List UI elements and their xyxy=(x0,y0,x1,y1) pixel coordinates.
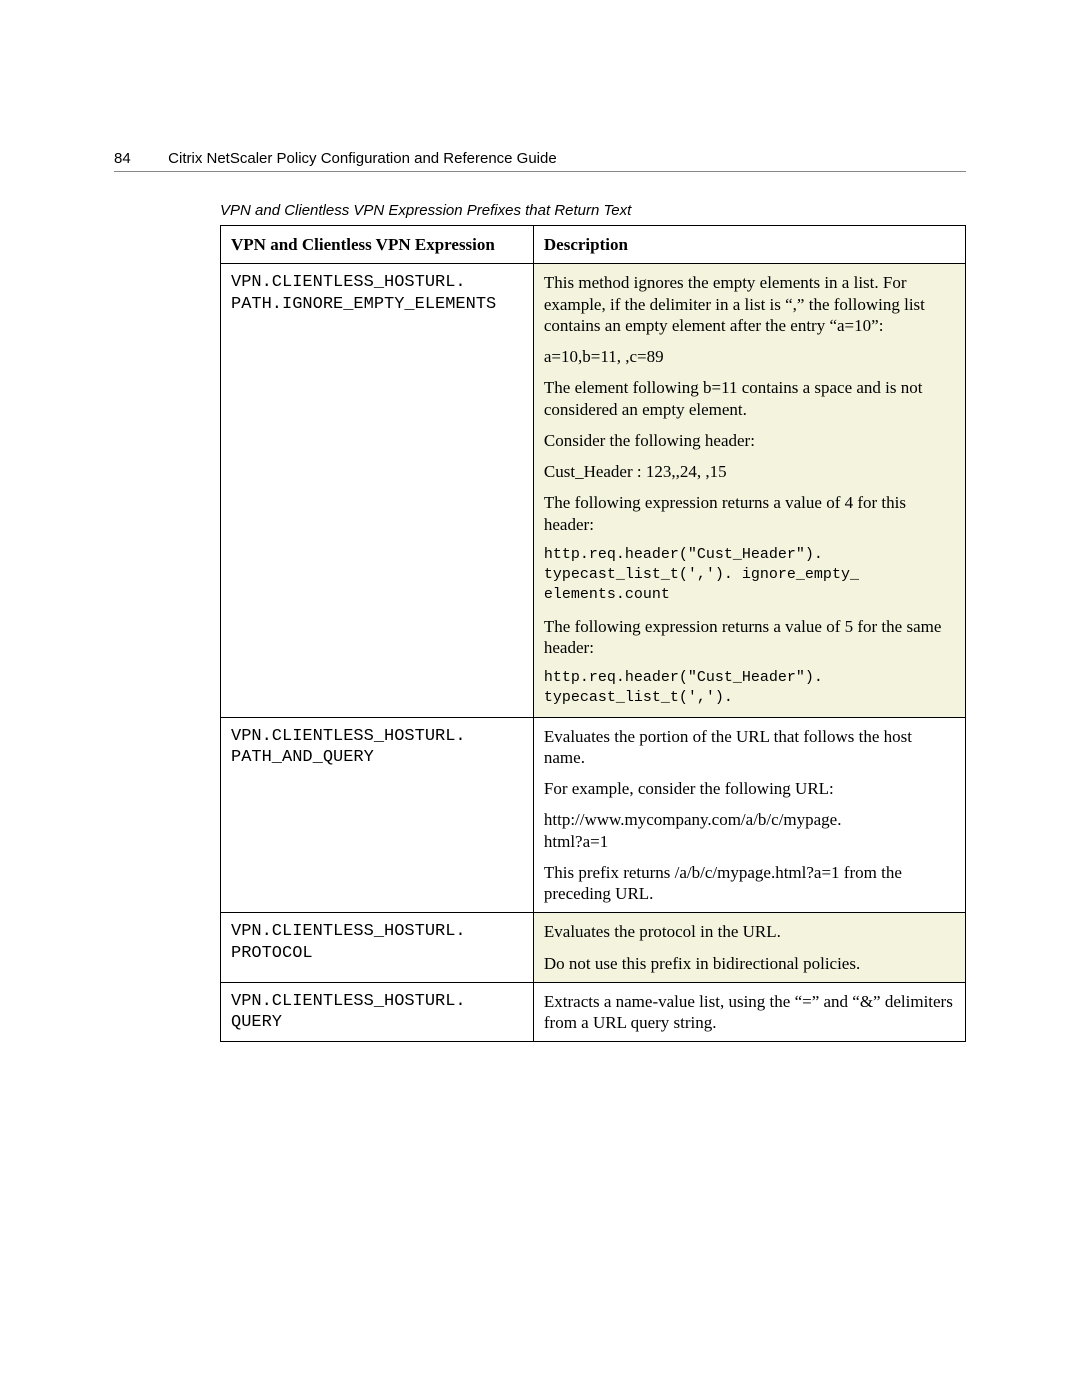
expression-line: PATH.IGNORE_EMPTY_ELEMENTS xyxy=(231,294,523,315)
expression-cell: VPN.CLIENTLESS_HOSTURL.PROTOCOL xyxy=(221,913,534,983)
paragraph: Extracts a name-value list, using the “=… xyxy=(544,991,955,1034)
paragraph: http://www.mycompany.com/a/b/c/mypage.ht… xyxy=(544,809,955,852)
paragraph: This method ignores the empty elements i… xyxy=(544,272,955,336)
expression-line: VPN.CLIENTLESS_HOSTURL. xyxy=(231,726,523,747)
paragraph: Do not use this prefix in bidirectional … xyxy=(544,953,955,974)
page: 84 Citrix NetScaler Policy Configuration… xyxy=(0,0,1080,1042)
running-header: 84 Citrix NetScaler Policy Configuration… xyxy=(114,150,966,172)
paragraph: The element following b=11 contains a sp… xyxy=(544,377,955,420)
paragraph: Cust_Header : 123,,24, ,15 xyxy=(544,461,955,482)
table-row: VPN.CLIENTLESS_HOSTURL.PATH.IGNORE_EMPTY… xyxy=(221,264,966,717)
code-block: http.req.header("Cust_Header").typecast_… xyxy=(544,545,955,606)
table-row: VPN.CLIENTLESS_HOSTURL.PROTOCOLEvaluates… xyxy=(221,913,966,983)
table-row: VPN.CLIENTLESS_HOSTURL.QUERYExtracts a n… xyxy=(221,982,966,1042)
col-header-expression: VPN and Clientless VPN Expression xyxy=(221,226,534,264)
expression-line: PATH_AND_QUERY xyxy=(231,747,523,768)
description-cell: Evaluates the protocol in the URL. Do not… xyxy=(533,913,965,983)
expression-line: VPN.CLIENTLESS_HOSTURL. xyxy=(231,272,523,293)
paragraph: The following expression returns a value… xyxy=(544,492,955,535)
expression-cell: VPN.CLIENTLESS_HOSTURL.QUERY xyxy=(221,982,534,1042)
paragraph: Evaluates the protocol in the URL. xyxy=(544,921,955,942)
expression-cell: VPN.CLIENTLESS_HOSTURL.PATH.IGNORE_EMPTY… xyxy=(221,264,534,717)
code-block: http.req.header("Cust_Header").typecast_… xyxy=(544,668,955,709)
table-caption: VPN and Clientless VPN Expression Prefix… xyxy=(220,202,966,219)
description-cell: This method ignores the empty elements i… xyxy=(533,264,965,717)
paragraph: For example, consider the following URL: xyxy=(544,778,955,799)
description-cell: Evaluates the portion of the URL that fo… xyxy=(533,717,965,913)
expression-line: VPN.CLIENTLESS_HOSTURL. xyxy=(231,921,523,942)
paragraph: Consider the following header: xyxy=(544,430,955,451)
col-header-description: Description xyxy=(533,226,965,264)
expression-cell: VPN.CLIENTLESS_HOSTURL.PATH_AND_QUERY xyxy=(221,717,534,913)
page-number: 84 xyxy=(114,150,164,167)
paragraph: This prefix returns /a/b/c/mypage.html?a… xyxy=(544,862,955,905)
expression-line: QUERY xyxy=(231,1012,523,1033)
paragraph: Evaluates the portion of the URL that fo… xyxy=(544,726,955,769)
expression-line: PROTOCOL xyxy=(231,943,523,964)
expression-line: VPN.CLIENTLESS_HOSTURL. xyxy=(231,991,523,1012)
content-area: VPN and Clientless VPN Expression Descri… xyxy=(220,225,966,1042)
document-title: Citrix NetScaler Policy Configuration an… xyxy=(168,150,557,167)
expression-table: VPN and Clientless VPN Expression Descri… xyxy=(220,225,966,1042)
description-cell: Extracts a name-value list, using the “=… xyxy=(533,982,965,1042)
paragraph: The following expression returns a value… xyxy=(544,616,955,659)
table-header-row: VPN and Clientless VPN Expression Descri… xyxy=(221,226,966,264)
paragraph: a=10,b=11, ,c=89 xyxy=(544,346,955,367)
table-row: VPN.CLIENTLESS_HOSTURL.PATH_AND_QUERYEva… xyxy=(221,717,966,913)
